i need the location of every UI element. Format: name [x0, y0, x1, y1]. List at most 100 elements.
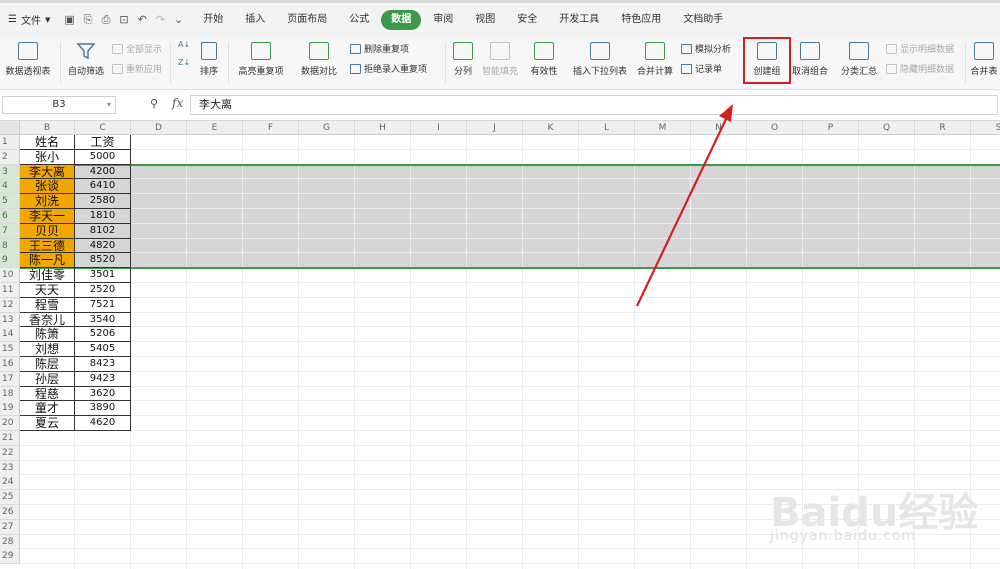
reject-duplicates-button[interactable]: 拒绝录入重复项: [350, 62, 427, 75]
salary-cell[interactable]: 8423: [75, 357, 131, 372]
salary-cell[interactable]: 2520: [75, 283, 131, 298]
merge-table-button[interactable]: 合并表: [968, 42, 1000, 77]
record-sheet-button[interactable]: 记录单: [681, 62, 722, 75]
formula-input[interactable]: 李大离: [190, 95, 998, 115]
row-header-26[interactable]: 26: [0, 505, 20, 520]
row-header-23[interactable]: 23: [0, 460, 20, 476]
header-salary-cell[interactable]: 工资: [75, 135, 131, 150]
salary-cell[interactable]: 3540: [75, 312, 131, 328]
name-cell[interactable]: 天天: [20, 283, 75, 298]
name-cell[interactable]: 刘洗: [20, 194, 75, 209]
print-icon[interactable]: ⎙: [102, 13, 111, 27]
name-cell[interactable]: 张谈: [20, 179, 75, 195]
name-cell[interactable]: 王三德: [20, 238, 75, 254]
column-header-p[interactable]: P: [803, 121, 859, 135]
header-name-cell[interactable]: 姓名: [20, 135, 75, 150]
row-header-17[interactable]: 17: [0, 371, 20, 387]
smart-fill-button[interactable]: 智能填充: [480, 42, 520, 77]
name-cell[interactable]: 程雪: [20, 297, 75, 313]
file-menu[interactable]: ☰ 文件 ▼: [0, 3, 58, 36]
salary-cell[interactable]: 8520: [75, 253, 131, 269]
function-icon[interactable]: fx: [172, 96, 183, 110]
salary-cell[interactable]: 3620: [75, 386, 131, 402]
column-header-n[interactable]: N: [691, 121, 747, 135]
simulate-analysis-button[interactable]: 模拟分析: [681, 42, 731, 55]
salary-cell[interactable]: 7521: [75, 297, 131, 313]
tab-9[interactable]: 特色应用: [611, 10, 671, 30]
row-header-18[interactable]: 18: [0, 386, 20, 402]
salary-cell[interactable]: 4620: [75, 416, 131, 431]
row-header-12[interactable]: 12: [0, 297, 20, 313]
row-header-8[interactable]: 8: [0, 238, 20, 254]
tab-7[interactable]: 安全: [507, 10, 547, 30]
subtotal-button[interactable]: 分类汇总: [838, 42, 880, 77]
tab-5[interactable]: 审阅: [423, 10, 463, 30]
hide-detail-button[interactable]: 隐藏明细数据: [886, 62, 954, 75]
delete-duplicates-button[interactable]: 删除重复项: [350, 42, 409, 55]
row-header-25[interactable]: 25: [0, 490, 20, 506]
tab-6[interactable]: 视图: [465, 10, 505, 30]
column-header-q[interactable]: Q: [859, 121, 915, 135]
row-header-2[interactable]: 2: [0, 149, 20, 165]
row-header-1[interactable]: 1: [0, 135, 20, 150]
salary-cell[interactable]: 5405: [75, 342, 131, 357]
tab-4[interactable]: 数据: [381, 9, 422, 30]
autofilter-button[interactable]: 自动筛选: [64, 42, 108, 77]
validity-button[interactable]: 有效性: [524, 42, 564, 77]
row-header-5[interactable]: 5: [0, 194, 20, 210]
column-header-g[interactable]: G: [299, 121, 355, 135]
row-header-3[interactable]: 3: [0, 164, 20, 180]
row-header-16[interactable]: 16: [0, 357, 20, 372]
column-header-h[interactable]: H: [355, 121, 411, 135]
sort-button[interactable]: 排序: [196, 42, 222, 77]
undo-icon[interactable]: ↶: [138, 13, 147, 26]
column-header-e[interactable]: E: [187, 121, 243, 135]
name-cell[interactable]: 李天一: [20, 209, 75, 224]
column-header-j[interactable]: J: [467, 121, 523, 135]
show-all-button[interactable]: 全部显示: [112, 42, 162, 55]
column-header-i[interactable]: I: [411, 121, 467, 135]
column-header-c[interactable]: C: [75, 121, 131, 135]
customize-icon[interactable]: ⌄: [174, 13, 183, 26]
row-header-6[interactable]: 6: [0, 209, 20, 224]
row-header-20[interactable]: 20: [0, 416, 20, 432]
row-header-29[interactable]: 29: [0, 549, 20, 565]
name-cell[interactable]: 陈层: [20, 357, 75, 372]
column-header-f[interactable]: F: [243, 121, 299, 135]
name-cell[interactable]: 程慈: [20, 386, 75, 402]
data-compare-button[interactable]: 数据对比: [292, 42, 346, 77]
column-header-l[interactable]: L: [579, 121, 635, 135]
name-cell[interactable]: 刘想: [20, 342, 75, 357]
consolidate-button[interactable]: 合并计算: [634, 42, 676, 77]
row-header-11[interactable]: 11: [0, 283, 20, 298]
redo-icon[interactable]: ↷: [156, 13, 165, 26]
column-header-s[interactable]: S: [971, 121, 1000, 135]
name-cell[interactable]: 香奈儿: [20, 312, 75, 328]
tab-0[interactable]: 开始: [193, 10, 233, 30]
tab-8[interactable]: 开发工具: [549, 10, 609, 30]
zoom-icon[interactable]: ⚲: [150, 97, 158, 110]
row-header-21[interactable]: 21: [0, 431, 20, 446]
salary-cell[interactable]: 4200: [75, 164, 131, 180]
save-icon[interactable]: ▣: [64, 13, 74, 26]
highlight-duplicates-button[interactable]: 高亮重复项: [232, 42, 290, 77]
column-header-o[interactable]: O: [747, 121, 803, 135]
format-painter-icon[interactable]: ⎘: [84, 13, 93, 27]
salary-cell[interactable]: 3501: [75, 268, 131, 283]
salary-cell[interactable]: 5206: [75, 327, 131, 343]
salary-cell[interactable]: 4820: [75, 238, 131, 254]
row-header-22[interactable]: 22: [0, 445, 20, 461]
name-cell[interactable]: 童才: [20, 401, 75, 417]
name-cell[interactable]: 刘佳零: [20, 268, 75, 283]
ungroup-button[interactable]: 取消组合: [788, 42, 832, 77]
tab-10[interactable]: 文档助手: [673, 10, 733, 30]
column-header-k[interactable]: K: [523, 121, 579, 135]
row-header-9[interactable]: 9: [0, 253, 20, 269]
row-header-4[interactable]: 4: [0, 179, 20, 195]
salary-cell[interactable]: 1810: [75, 209, 131, 224]
row-header-28[interactable]: 28: [0, 534, 20, 550]
name-cell[interactable]: 陈一凡: [20, 253, 75, 269]
column-header-m[interactable]: M: [635, 121, 691, 135]
row-header-13[interactable]: 13: [0, 312, 20, 328]
select-all-corner[interactable]: [0, 121, 20, 135]
